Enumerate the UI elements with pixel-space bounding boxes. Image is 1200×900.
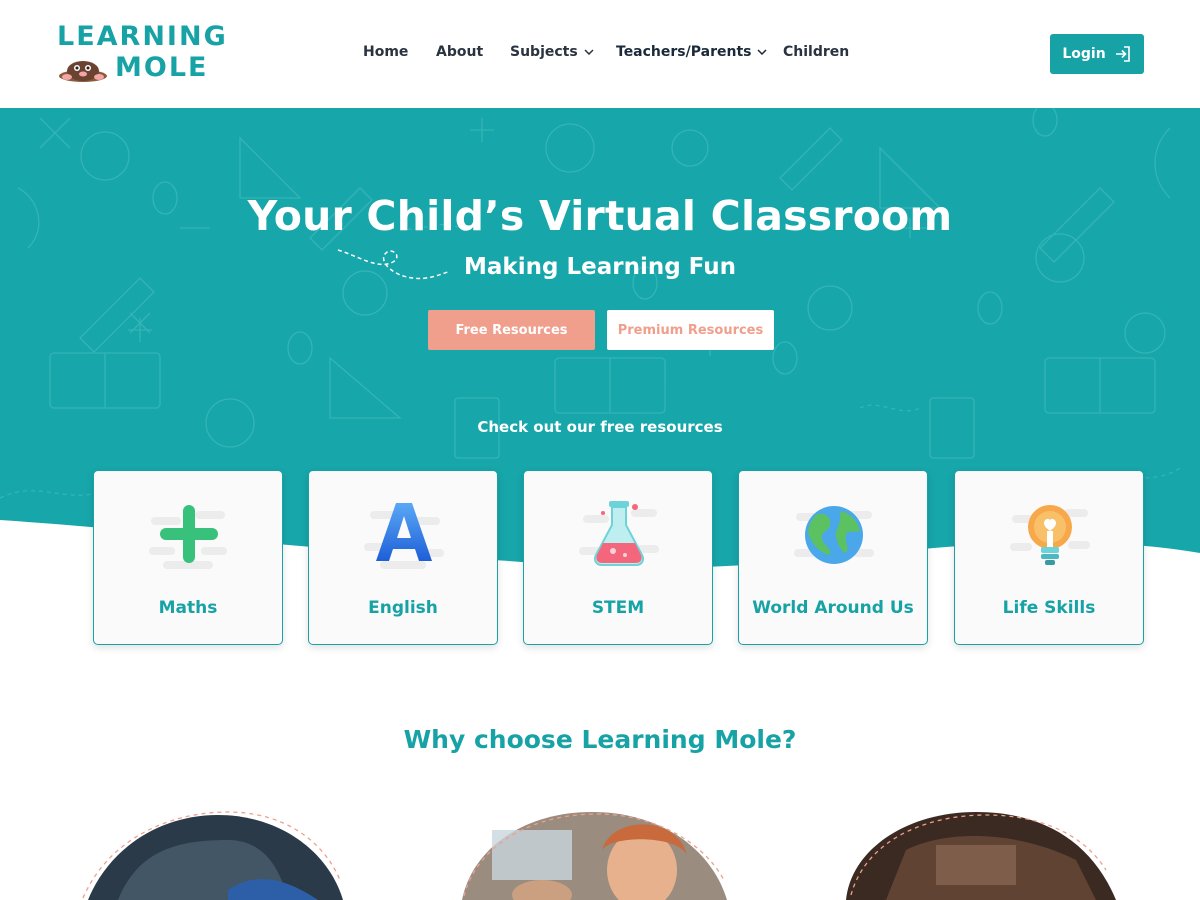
nav-item-label: Home [363, 44, 409, 60]
flask-icon [579, 501, 659, 566]
card-label: STEM [591, 598, 645, 618]
chevron-down-icon [584, 49, 594, 55]
subject-card-world-around-us[interactable]: World Around Us [738, 470, 928, 645]
subject-card-stem[interactable]: STEM [523, 470, 713, 645]
plus-icon [149, 505, 227, 569]
nav-item-teachers-parents[interactable]: Teachers/Parents [616, 44, 767, 60]
globe-icon [794, 506, 874, 564]
why-section-title: Why choose Learning Mole? [403, 725, 797, 754]
card-label: Maths [158, 598, 218, 618]
subject-card-maths[interactable]: Maths [93, 470, 283, 645]
subject-card-english[interactable]: English [308, 470, 498, 645]
photo-parent-reading [462, 812, 727, 900]
free-resources-button[interactable]: Free Resources [428, 310, 595, 350]
nav-item-subjects[interactable]: Subjects [510, 44, 594, 60]
login-label: Login [1062, 46, 1106, 62]
nav-item-home[interactable]: Home [363, 44, 408, 60]
site-header: LEARNING MOLE Home About Subjects Teache… [0, 0, 1200, 108]
nav-item-label: Children [783, 44, 850, 60]
photo-child-learning [82, 811, 343, 900]
card-label: English [368, 598, 438, 618]
letter-a-icon [364, 503, 444, 569]
hero-subtitle: Making Learning Fun [464, 254, 736, 280]
nav-item-children[interactable]: Children [783, 44, 849, 60]
logo-text-line1: LEARNING [57, 21, 228, 52]
hero-title: Your Child’s Virtual Classroom [247, 192, 953, 240]
free-resources-note: Check out our free resources [477, 418, 723, 436]
chevron-down-icon [757, 49, 767, 55]
card-label: World Around Us [752, 598, 914, 618]
login-icon [1115, 46, 1130, 62]
mole-icon [59, 61, 107, 82]
lightbulb-icon [1010, 505, 1090, 565]
logo-text-line2: MOLE [115, 52, 209, 83]
premium-resources-button[interactable]: Premium Resources [607, 310, 774, 350]
login-button[interactable]: Login [1050, 34, 1144, 74]
nav-item-about[interactable]: About [436, 44, 483, 60]
logo[interactable]: LEARNING MOLE [57, 22, 226, 84]
card-label: Life Skills [1002, 598, 1096, 618]
nav-item-label: Subjects [510, 44, 578, 60]
subject-card-life-skills[interactable]: Life Skills [954, 470, 1144, 645]
photo-study-desk [846, 812, 1116, 900]
nav-item-label: Teachers/Parents [616, 44, 752, 60]
nav-item-label: About [436, 44, 484, 60]
